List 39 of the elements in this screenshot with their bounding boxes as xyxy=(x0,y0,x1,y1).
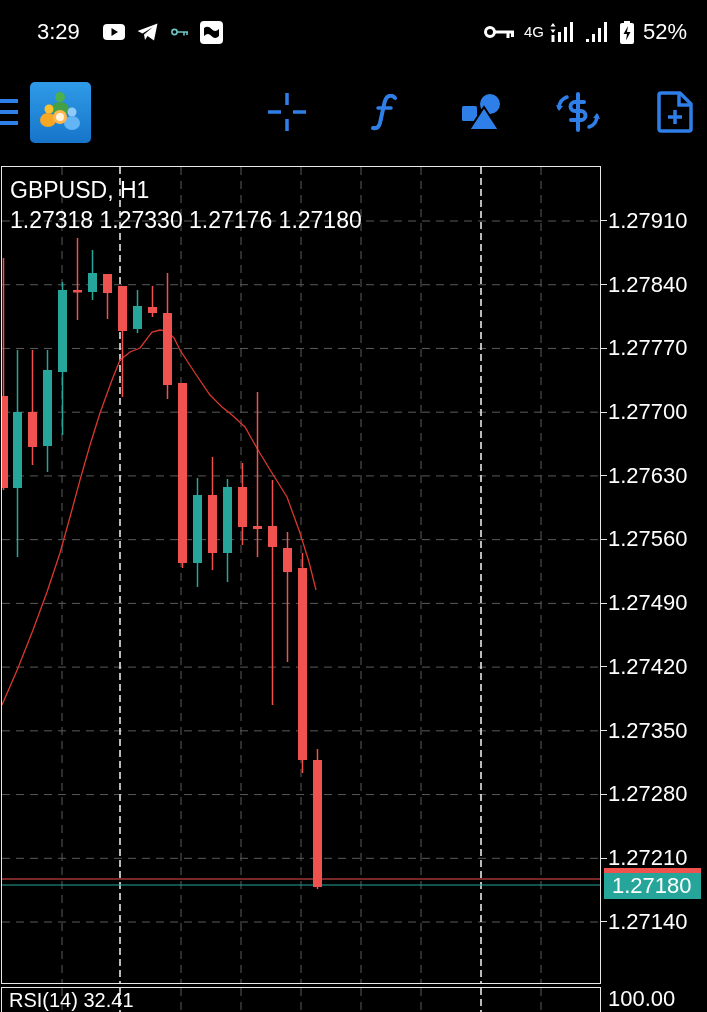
price-scale-label: 1.27700 xyxy=(608,403,688,421)
dollar-arrows-icon xyxy=(555,92,601,132)
ohlc-values: 1.27318 1.27330 1.27176 1.27180 xyxy=(10,206,362,235)
price-scale-label: 1.27350 xyxy=(608,721,688,740)
function-icon xyxy=(371,93,397,131)
price-scale-label: 1.27840 xyxy=(608,275,688,294)
price-scale-label: 1.27280 xyxy=(608,785,688,804)
price-scale-label: 1.27490 xyxy=(608,594,688,613)
signal-icon xyxy=(585,22,607,42)
price-scale-label: 1.27210 xyxy=(608,849,688,868)
video-play-icon xyxy=(102,24,125,40)
crosshair-icon xyxy=(268,93,306,131)
rsi-indicator-title: RSI(14) 32.41 xyxy=(9,989,134,1011)
bearish-candle xyxy=(103,273,112,320)
battery-charging-icon xyxy=(619,20,634,44)
wave-tile-icon xyxy=(199,20,223,44)
bullish-candle xyxy=(88,249,97,301)
shapes-icon xyxy=(462,94,500,130)
bullish-candle xyxy=(133,289,142,334)
price-scale-label: 1.27630 xyxy=(608,466,688,485)
app-logo-icon[interactable] xyxy=(30,81,91,143)
bearish-candle xyxy=(148,285,157,318)
price-scale-label: 1.27910 xyxy=(608,211,688,230)
file-plus-icon xyxy=(657,91,693,133)
key-icon xyxy=(483,25,514,39)
network-type: 4G xyxy=(523,23,544,41)
price-scale-label: 1.27140 xyxy=(608,912,688,931)
price-scale-label: 1.27420 xyxy=(608,657,688,676)
key-icon xyxy=(170,28,188,36)
status-time: 3:29 xyxy=(37,19,80,45)
mobile-data-signal-icon xyxy=(549,22,573,42)
battery-percent: 52% xyxy=(642,19,687,45)
price-scale-label: 1.27770 xyxy=(608,339,688,358)
paper-plane-icon xyxy=(136,23,158,41)
chart-symbol-title: GBPUSD, H1 xyxy=(10,176,151,205)
menu-icon[interactable] xyxy=(0,99,18,125)
price-scale-label: 1.27560 xyxy=(608,530,688,549)
bid-price-label: 1.27180 xyxy=(604,873,701,899)
rsi-scale-label: 100.00 xyxy=(608,987,676,1011)
